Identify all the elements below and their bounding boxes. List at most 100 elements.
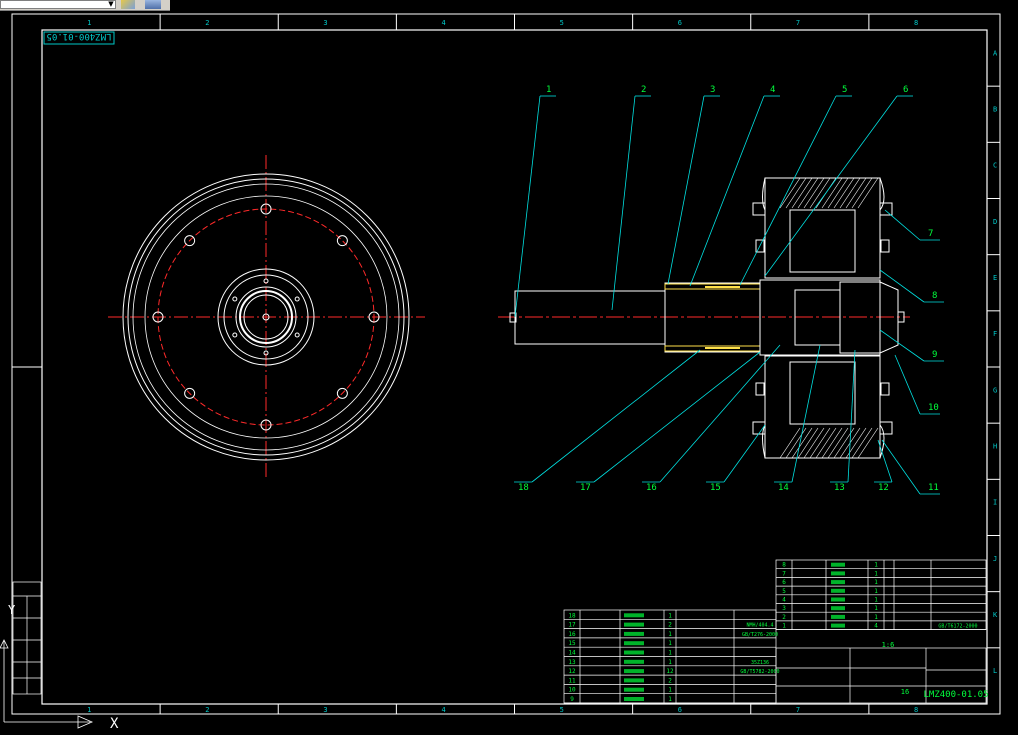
hub-hole [294, 296, 300, 302]
parts-item-std: GB/T276-2000 [742, 632, 778, 638]
leader-line [877, 439, 893, 483]
column-label-bottom: 8 [914, 706, 918, 714]
balloon-label: 3 [710, 85, 715, 95]
leader-line [667, 95, 705, 285]
row-label: L [993, 667, 997, 675]
leader-line [514, 95, 541, 318]
parts-item-qty: 12 [666, 668, 674, 675]
parts-item-number: 6 [782, 579, 786, 586]
column-label-top: 5 [560, 19, 564, 27]
column-label-bottom: 5 [560, 706, 564, 714]
row-label: E [993, 274, 997, 282]
row-label: A [993, 49, 998, 57]
parts-item-qty: 1 [874, 570, 878, 577]
hatch-line [809, 177, 831, 209]
outer-border [11, 13, 1001, 715]
balloon-label: 14 [778, 483, 789, 493]
leader-line [879, 329, 925, 362]
parts-item-number: 7 [782, 570, 786, 577]
bolt-hole [336, 235, 348, 247]
parts-item-name-glyph [624, 622, 644, 627]
leader-line [611, 95, 636, 311]
parts-item-qty: 1 [874, 614, 878, 621]
balloon-label: 18 [518, 483, 529, 493]
parts-item-qty: 1 [874, 597, 878, 604]
balloon-label: 12 [878, 483, 889, 493]
inner-frame [41, 29, 988, 705]
parts-item-qty: 2 [668, 622, 672, 629]
leader-line [884, 209, 921, 241]
balloon-label: 11 [928, 483, 939, 493]
leader-line [879, 269, 925, 303]
column-label-bottom: 4 [442, 706, 446, 714]
zone-ticks [12, 14, 1000, 714]
parts-item-number: 4 [782, 597, 786, 604]
ucs-icon [0, 639, 94, 729]
leader-line [659, 344, 781, 483]
parts-item-qty: 1 [668, 687, 672, 694]
hatch-line [851, 427, 873, 459]
column-label-top: 6 [678, 19, 682, 27]
parts-item-qty: 1 [874, 562, 878, 569]
parts-item-std: NMH/404.4 [746, 623, 773, 629]
parts-item-std: 35Z136 [751, 660, 769, 666]
parts-item-number: 9 [570, 696, 574, 703]
row-label: B [993, 105, 997, 113]
hub-hole [232, 296, 238, 302]
parts-item-name-glyph [831, 588, 845, 593]
balloon-label: 6 [903, 85, 908, 95]
parts-list-lower: 18 1 17 2 NMH/404.4 16 1 GB/T276-2000 15 1 14 1 13 1 3… [563, 609, 780, 704]
hatch-line [857, 177, 879, 209]
parts-item-number: 1 [782, 623, 786, 630]
column-label-top: 2 [205, 19, 209, 27]
hatch-line [785, 177, 807, 209]
hatch-line [803, 427, 825, 459]
parts-item-number: 5 [782, 588, 786, 595]
column-label-bottom: 3 [323, 706, 327, 714]
leader-line [847, 349, 856, 483]
hatch-line [779, 427, 801, 459]
balloon-label: 15 [710, 483, 721, 493]
hatch-line [851, 177, 873, 209]
leader-line [764, 95, 898, 277]
balloon-label: 7 [928, 229, 933, 239]
parts-item-number: 10 [568, 687, 576, 694]
leader-line [791, 344, 821, 483]
hatch-line [779, 177, 801, 209]
column-label-top: 4 [442, 19, 446, 27]
parts-item-number: 18 [568, 612, 576, 619]
balloon-label: 10 [928, 403, 939, 413]
parts-item-name-glyph [624, 659, 644, 664]
hub-hole [294, 332, 300, 338]
parts-item-qty: 1 [668, 640, 672, 647]
hatch-line [827, 177, 849, 209]
parts-item-name-glyph [624, 687, 644, 692]
parts-item-number: 17 [568, 622, 576, 629]
hatch-line [845, 427, 867, 459]
parts-item-name-glyph [624, 697, 644, 701]
hatch-line [803, 177, 825, 209]
row-label: I [993, 499, 997, 507]
hatch-line [839, 177, 861, 209]
column-label-top: 8 [914, 19, 918, 27]
column-label-top: 1 [87, 19, 91, 27]
title-block-drawing-number: LMZ400-01.05 [923, 690, 988, 700]
balloon-label: 5 [842, 85, 847, 95]
hatch-line [809, 427, 831, 459]
balloon-label: 8 [932, 291, 937, 301]
revision-boxes [12, 581, 42, 695]
parts-item-name-glyph [624, 678, 644, 683]
parts-item-number: 3 [782, 605, 786, 612]
row-labels: A B C D E F G H I J K L [993, 49, 998, 675]
drawing-number-mirrored: LMZ400-01.05 [46, 31, 111, 41]
parts-item-qty: 1 [874, 588, 878, 595]
parts-item-name-glyph [624, 669, 644, 674]
parts-item-number: 15 [568, 640, 576, 647]
parts-item-name-glyph [831, 623, 845, 628]
hatch-line [785, 427, 807, 459]
cad-drawing-canvas[interactable]: 12345678 12345678 ABCDEFGHIJKL LMZ400-01… [0, 0, 1018, 735]
row-label: H [993, 442, 997, 450]
balloon-label: 17 [580, 483, 591, 493]
parts-item-qty: 2 [668, 677, 672, 684]
front-view-wheel [108, 155, 425, 480]
